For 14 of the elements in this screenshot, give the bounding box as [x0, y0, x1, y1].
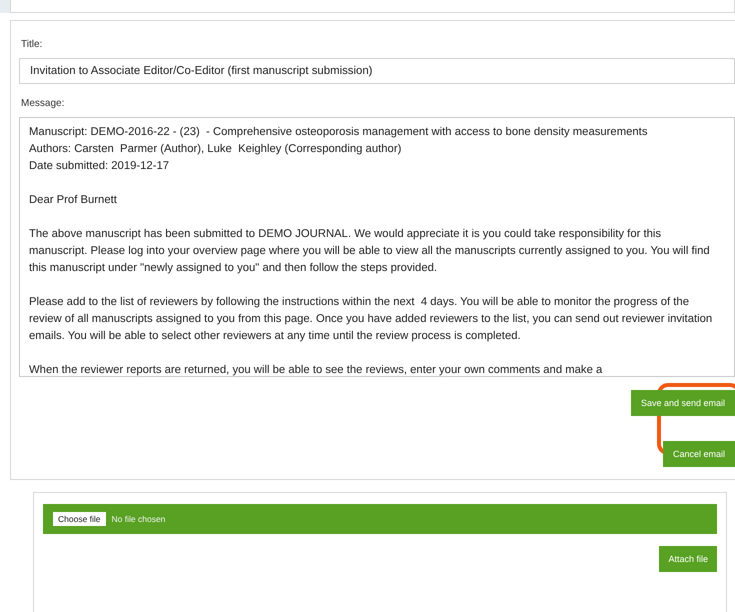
- message-field[interactable]: [19, 117, 735, 377]
- message-paragraph: Dear Prof Burnett: [29, 193, 118, 208]
- choose-file-button[interactable]: Choose file: [53, 512, 106, 526]
- message-paragraph: Manuscript: DEMO-2016-22 - (23) - Comprehensive osteoporosis management with access to bone density measurements Authors: Carsten Parmer (Author), Luke Keighley (Corresponding author) Date submitted: 2019-12-17: [29, 125, 648, 174]
- message-paragraph: The above manuscript has been submitted to DEMO JOURNAL. We would appreciate it is you could take responsibility for this manuscript. Please log into your overview page where you will be able to view all the manuscripts currently assigned to you. You will find this manuscript under "newly assigned to you" and then follow the steps provided.: [29, 227, 711, 276]
- title-label: Title:: [21, 39, 44, 50]
- title-field[interactable]: Invitation to Associate Editor/Co-Editor (first manuscript submission): [19, 58, 735, 84]
- message-paragraph: When the reviewer reports are returned, you will be able to see the reviews, enter your own comments and make a: [29, 363, 604, 376]
- attach-button[interactable]: Attach file: [659, 546, 717, 572]
- message-paragraph: Please add to the list of reviewers by following the instructions within the next 4 days. You will be able to monitor the progress of the review of all manuscripts assigned to you from this page. Once you have added reviewers to the list, you can send out reviewer invitation emails. You will be able to select other reviewers at any time until the review process is completed.: [29, 295, 714, 344]
- cancel-button[interactable]: Cancel email: [662, 441, 735, 467]
- file-status: No file chosen: [112, 514, 166, 524]
- save-button[interactable]: Save and send email: [630, 390, 735, 416]
- message-label: Message:: [21, 98, 66, 109]
